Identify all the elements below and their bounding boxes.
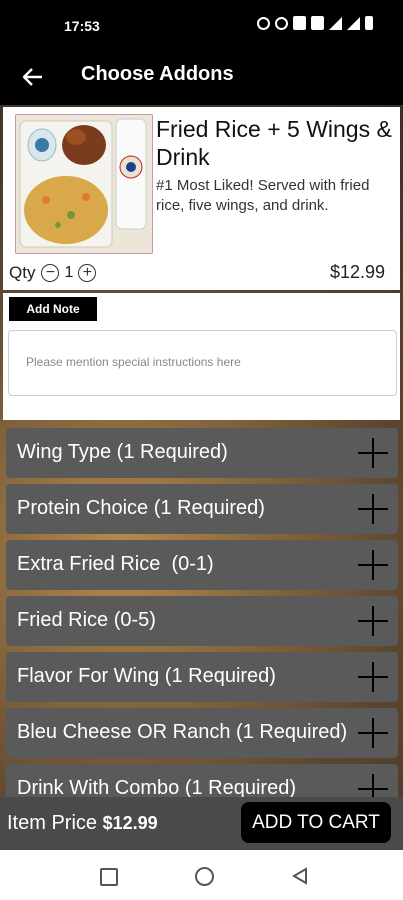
battery-icon <box>365 16 373 30</box>
addon-label: Flavor For Wing (1 Required) <box>17 665 276 687</box>
app-bar: Choose Addons <box>0 50 403 105</box>
product-image <box>15 114 153 254</box>
wifi-icon <box>293 16 306 30</box>
page-title: Choose Addons <box>81 63 234 85</box>
addon-label: Extra Fried Rice (0-1) <box>17 553 214 575</box>
plus-circle-icon[interactable]: + <box>78 264 97 282</box>
product-price: $12.99 <box>329 262 385 282</box>
addon-row-wing-type[interactable]: Wing Type (1 Required) <box>6 428 398 478</box>
special-instructions-input[interactable]: Please mention special instructions here <box>8 330 397 396</box>
add-note-label: Add Note <box>9 297 97 321</box>
addon-label: Fried Rice (0-5) <box>17 609 156 631</box>
signal-icon <box>329 16 342 30</box>
alarm-icon <box>275 16 288 30</box>
addon-row-protein-choice[interactable]: Protein Choice (1 Required) <box>6 484 398 534</box>
qty-value: 1 <box>64 264 74 281</box>
back-triangle-icon[interactable] <box>292 867 308 885</box>
addon-row-extra-fried-rice[interactable]: Extra Fried Rice (0-1) <box>6 540 398 590</box>
product-title: Fried Rice + 5 Wings & Drink <box>156 116 392 170</box>
plus-icon[interactable] <box>358 718 388 748</box>
home-icon[interactable] <box>195 867 214 886</box>
addon-row-flavor-for-wing[interactable]: Flavor For Wing (1 Required) <box>6 652 398 702</box>
item-price-value: $12.99 <box>102 813 158 833</box>
minus-icon[interactable]: − <box>41 264 60 282</box>
status-bar: 17:53 <box>0 0 403 50</box>
plus-icon[interactable] <box>358 550 388 580</box>
signal-icon <box>347 16 360 30</box>
addon-label: Wing Type (1 Required) <box>17 441 228 463</box>
note-card: Add Note Please mention special instruct… <box>3 293 400 420</box>
addon-label: Protein Choice (1 Required) <box>17 497 265 519</box>
addon-label: Bleu Cheese OR Ranch (1 Required) <box>17 721 348 743</box>
checkout-bar: Item Price $12.99 ADD TO CART <box>0 797 403 850</box>
recent-apps-icon[interactable] <box>100 868 118 886</box>
plus-icon[interactable] <box>358 662 388 692</box>
plus-icon[interactable] <box>358 438 388 468</box>
addon-row-fried-rice[interactable]: Fried Rice (0-5) <box>6 596 398 646</box>
system-nav-bar <box>0 850 403 900</box>
quantity-stepper: Qty − 1 + <box>9 261 97 285</box>
volte-icon <box>311 16 324 30</box>
product-card: Fried Rice + 5 Wings & Drink #1 Most Lik… <box>3 107 400 290</box>
back-button[interactable] <box>16 60 50 94</box>
item-price: Item Price $12.99 <box>7 812 158 835</box>
status-time: 17:53 <box>64 18 100 34</box>
qty-label: Qty <box>9 263 36 282</box>
arrow-left-icon <box>23 68 42 86</box>
add-to-cart-button[interactable]: ADD TO CART <box>241 802 391 843</box>
status-icons <box>257 16 373 30</box>
plus-icon[interactable] <box>358 606 388 636</box>
product-description: #1 Most Liked! Served with fried rice, f… <box>156 177 370 214</box>
headphones-icon <box>257 16 270 30</box>
note-placeholder: Please mention special instructions here <box>26 355 241 369</box>
item-price-label: Item Price <box>7 812 98 834</box>
addon-row-bleu-cheese-or-ranch[interactable]: Bleu Cheese OR Ranch (1 Required) <box>6 708 398 758</box>
plus-icon[interactable] <box>358 494 388 524</box>
